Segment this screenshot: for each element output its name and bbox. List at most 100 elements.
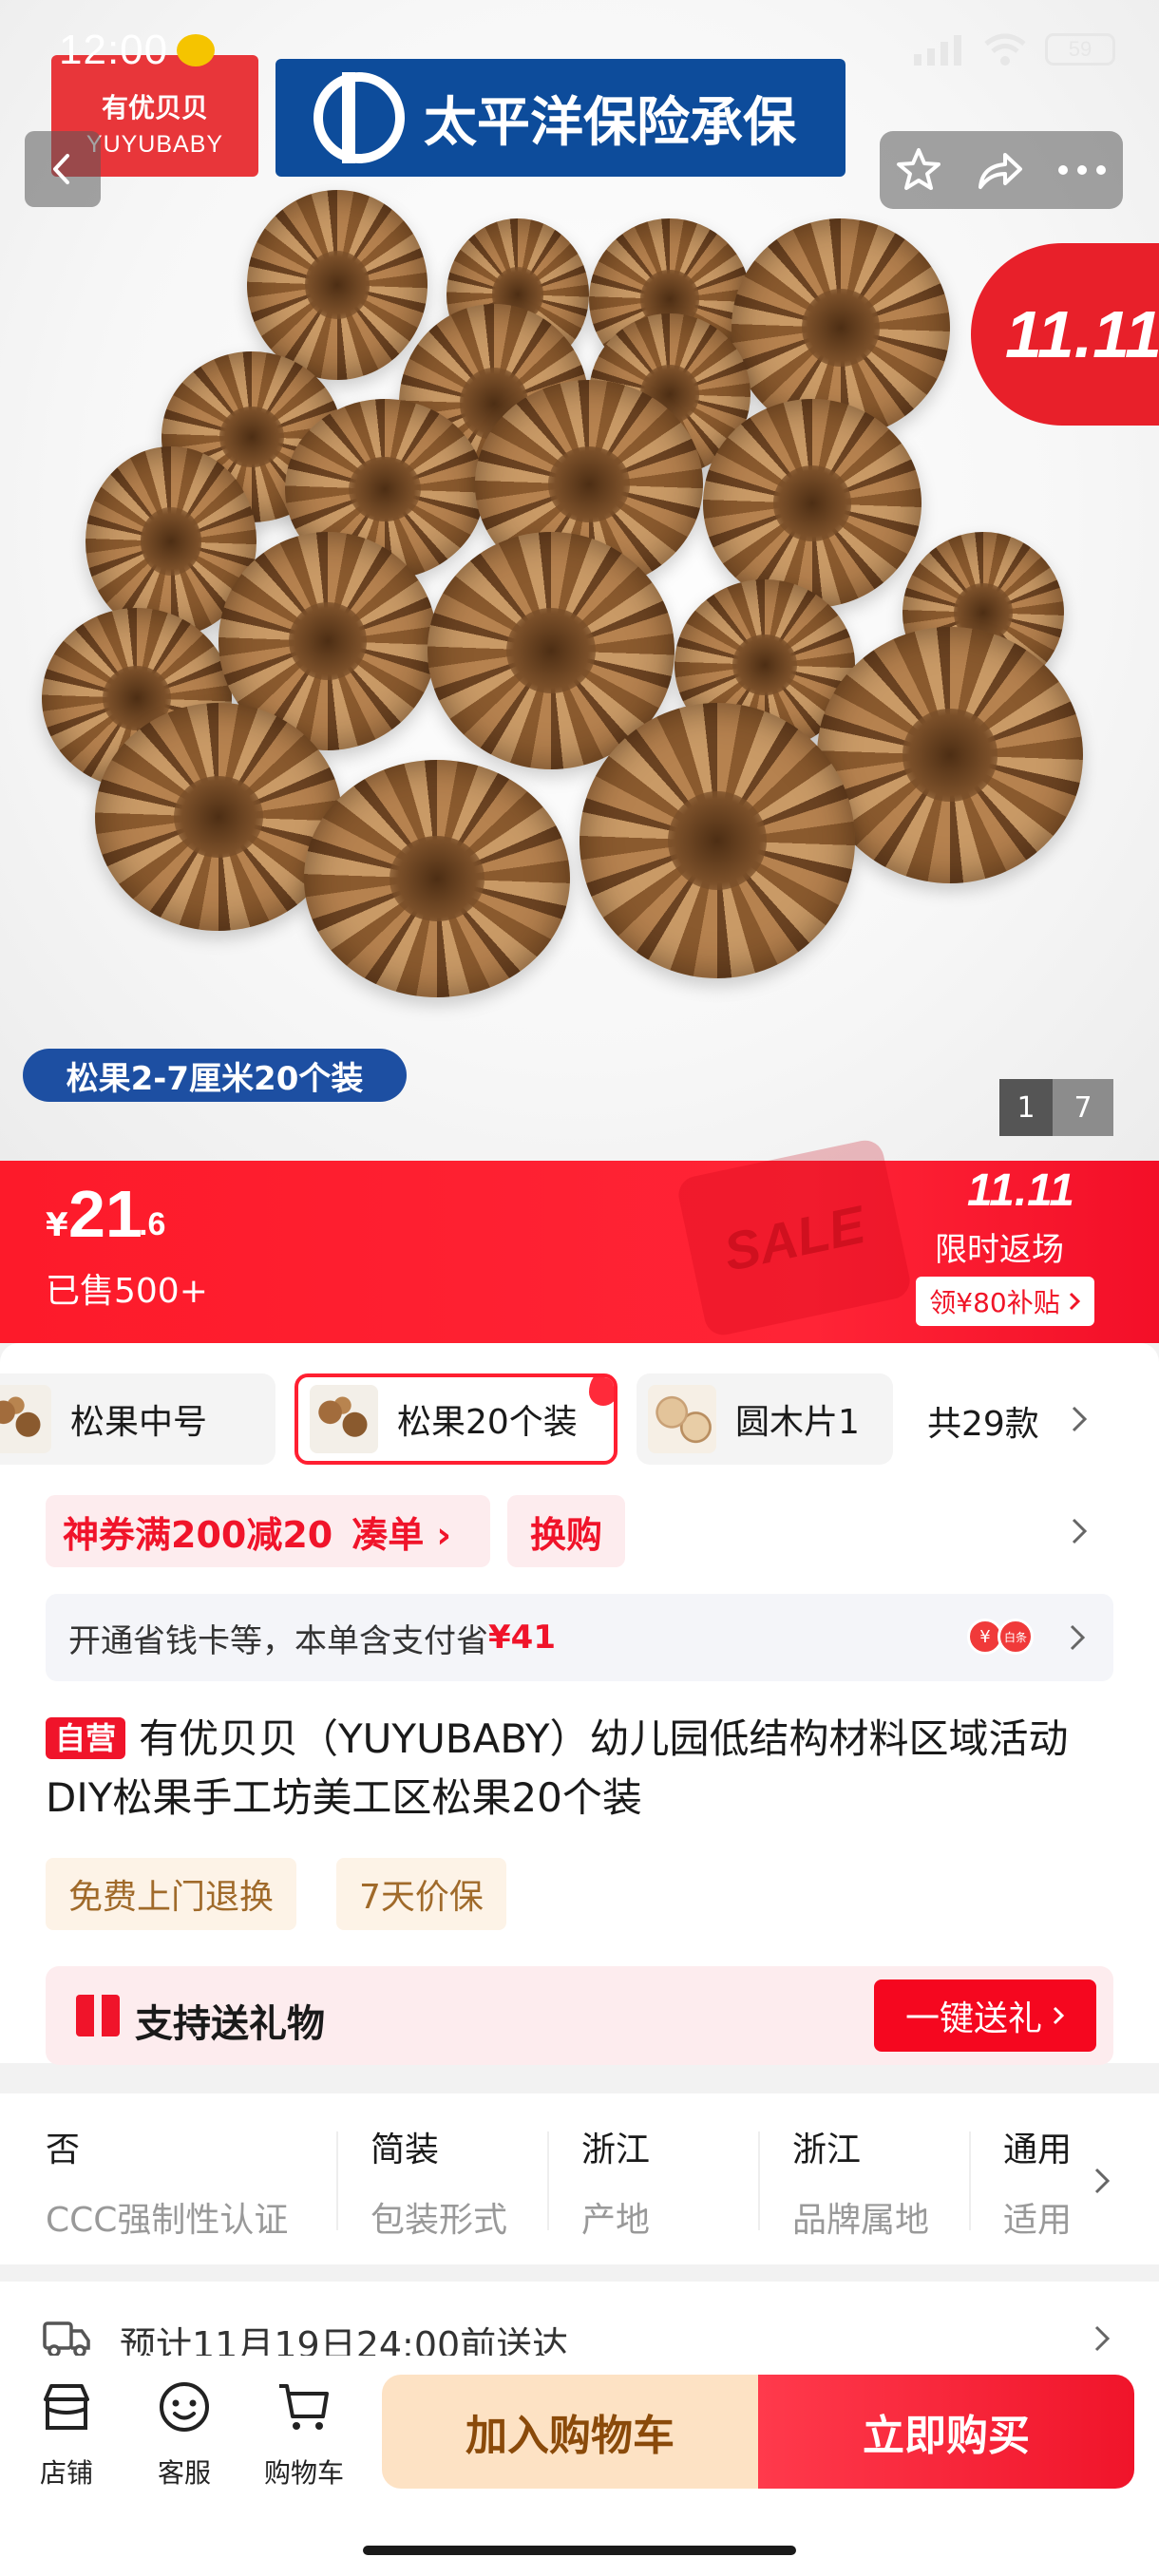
truck-icon: [43, 2321, 90, 2358]
param-value: 通用: [1003, 2131, 1073, 2169]
param-value: 否: [46, 2131, 81, 2169]
pine-cone: [580, 703, 855, 978]
hot-flame-icon: [589, 1377, 614, 1406]
customer-service-icon: [156, 2378, 213, 2435]
bottom-action-bar: 店铺 客服 购物车 加入购物车 立即购买: [0, 2356, 1159, 2576]
signal-icon: [914, 35, 961, 66]
home-indicator[interactable]: [363, 2546, 796, 2555]
send-gift-button[interactable]: 一键送礼: [874, 1979, 1096, 2052]
param-key: 适用: [1003, 2201, 1073, 2240]
variant-option[interactable]: 圆木片1: [636, 1373, 893, 1465]
variant-selector: 松果中号 松果20个装 圆木片1 共29款: [0, 1373, 1159, 1467]
chevron-right-icon[interactable]: [1070, 1404, 1089, 1434]
wifi-icon: [984, 33, 1026, 66]
exchange-label: 换购: [529, 1513, 602, 1556]
chevron-right-icon: [1070, 1624, 1086, 1651]
param-key: CCC强制性认证: [46, 2201, 289, 2240]
product-title-text: 有优贝贝（YUYUBABY）幼儿园低结构材料区域活动DIY松果手工坊美工区松果2…: [46, 1715, 1069, 1821]
param-key: 包装形式: [370, 2201, 508, 2240]
variant-thumbnail: [648, 1385, 716, 1453]
pine-cone: [304, 760, 570, 997]
more-icon[interactable]: [1055, 161, 1109, 180]
chevron-right-icon: [1094, 2168, 1111, 2194]
savings-row[interactable]: 开通省钱卡等，本单含支付省 ¥41 ¥ 白条: [46, 1594, 1113, 1681]
chevron-right-icon: [1094, 2325, 1111, 2352]
store-label: 店铺: [39, 2457, 93, 2489]
pine-cone: [817, 627, 1083, 883]
variant-label: 圆木片1: [735, 1403, 860, 1442]
status-bar: 12:00 59: [0, 0, 1159, 104]
coupon-link[interactable]: 凑单 ›: [352, 1506, 451, 1558]
fade-overlay: [1074, 2112, 1159, 2255]
divider: [547, 2131, 549, 2230]
savings-text: 开通省钱卡等，本单含支付省: [68, 1621, 488, 1660]
param-item: 否 CCC强制性认证: [46, 2122, 288, 2242]
param-item: 浙江 品牌属地: [792, 2122, 929, 2242]
add-to-cart-button[interactable]: 加入购物车: [382, 2375, 758, 2489]
savings-amount: ¥41: [488, 1619, 556, 1657]
baitiao-badge-icon: 白条: [998, 1619, 1034, 1655]
cart-button[interactable]: 购物车: [256, 2378, 352, 2491]
gift-label: 支持送礼物: [135, 2002, 325, 2046]
price-decimal: .6: [139, 1206, 166, 1242]
param-value: 简装: [370, 2131, 440, 2169]
promo-badge: 11.11: [967, 1165, 1074, 1216]
divider: [758, 2131, 760, 2230]
product-title: 自营 有优贝贝（YUYUBABY）幼儿园低结构材料区域活动DIY松果手工坊美工区松…: [46, 1710, 1119, 1828]
spec-pill: 松果2-7厘米20个装: [23, 1049, 407, 1102]
gift-bar: 支持送礼物 一键送礼: [46, 1966, 1113, 2065]
chevron-right-icon[interactable]: [1070, 1516, 1089, 1546]
subsidy-button-label: 领¥80补贴: [929, 1287, 1060, 1318]
product-params[interactable]: 否 CCC强制性认证 简装 包装形式 浙江 产地 浙江 品牌属地 通用 适用: [0, 2093, 1159, 2264]
image-index: 1: [999, 1079, 1053, 1136]
gift-icon: [76, 1991, 120, 2036]
status-time: 12:00: [59, 27, 169, 73]
coupon-badge[interactable]: 神券满200减20 凑单 ›: [46, 1495, 490, 1567]
price-currency: ¥: [46, 1206, 68, 1244]
cart-label: 购物车: [263, 2457, 344, 2489]
coupon-label: 神券满200减20: [63, 1513, 333, 1556]
image-total: 7: [1053, 1079, 1113, 1136]
chevron-right-icon: [1053, 2006, 1065, 2025]
variant-thumbnail: [0, 1385, 51, 1453]
chevron-left-icon: [53, 154, 69, 184]
param-item: 通用 适用: [1003, 2122, 1074, 2242]
status-icons: 59: [912, 32, 1115, 66]
divider: [336, 2131, 338, 2230]
back-button[interactable]: [25, 131, 101, 207]
share-icon[interactable]: [973, 145, 1026, 195]
variant-label: 松果20个装: [397, 1403, 578, 1442]
promo-label: 限时返场: [935, 1231, 1064, 1269]
sold-count: 已售500+: [46, 1272, 208, 1311]
pine-cone: [703, 399, 922, 608]
param-item: 简装 包装形式: [370, 2122, 507, 2242]
exchange-badge[interactable]: 换购: [507, 1495, 625, 1567]
price-integer: 21: [68, 1177, 142, 1251]
param-key: 品牌属地: [792, 2201, 930, 2240]
top-toolbar: [880, 131, 1123, 209]
variant-label: 松果中号: [70, 1403, 208, 1442]
divider: [969, 2131, 971, 2230]
send-gift-label: 一键送礼: [904, 1999, 1042, 2038]
buy-now-button[interactable]: 立即购买: [758, 2375, 1134, 2489]
cart-icon: [276, 2378, 332, 2435]
variant-count[interactable]: 共29款: [927, 1396, 1039, 1446]
variant-option[interactable]: 松果中号: [0, 1373, 276, 1465]
variant-option-selected[interactable]: 松果20个装: [294, 1373, 618, 1465]
service-tag[interactable]: 7天价保: [336, 1858, 506, 1930]
customer-service-button[interactable]: 客服: [137, 2378, 232, 2491]
image-counter: 1 7: [999, 1079, 1113, 1136]
customer-service-label: 客服: [157, 2457, 211, 2489]
service-tag[interactable]: 免费上门退换: [46, 1858, 297, 1930]
weibo-notification-icon: [177, 34, 215, 66]
subsidy-button[interactable]: 领¥80补贴: [916, 1277, 1094, 1326]
param-value: 浙江: [792, 2131, 862, 2169]
variant-thumbnail: [310, 1385, 378, 1453]
store-button[interactable]: 店铺: [19, 2378, 114, 2491]
chevron-right-icon: [1069, 1292, 1080, 1311]
star-icon[interactable]: [894, 145, 943, 195]
param-item: 浙江 产地: [581, 2122, 650, 2242]
pine-cone: [247, 190, 428, 380]
double-eleven-badge: 11.11: [971, 243, 1159, 426]
param-key: 产地: [581, 2201, 651, 2240]
